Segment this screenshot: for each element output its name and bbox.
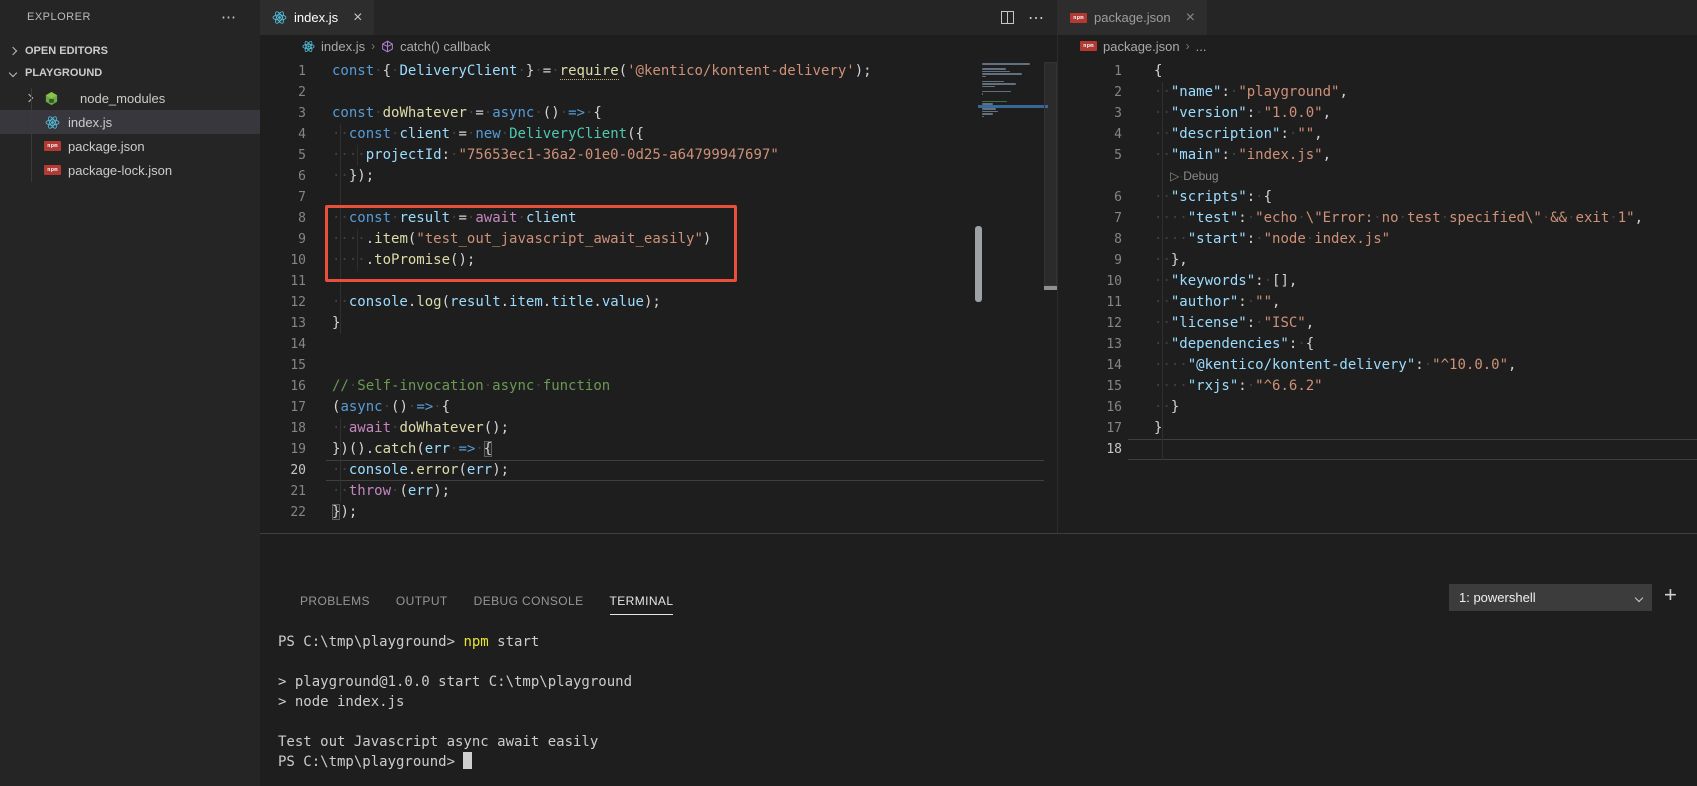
token: start: [489, 634, 540, 650]
token: PS C:\tmp\playground>: [278, 754, 463, 770]
token: PS C:\tmp\playground>: [278, 634, 463, 650]
code-line[interactable]: PS C:\tmp\playground>: [278, 752, 472, 772]
token: > node index.js: [278, 694, 404, 710]
code-line[interactable]: Test out Javascript async await easily: [278, 732, 598, 752]
code-line[interactable]: > playground@1.0.0 start C:\tmp\playgrou…: [278, 672, 632, 692]
terminal-output[interactable]: PS C:\tmp\playground> npm start > playgro…: [0, 0, 1697, 786]
terminal-cursor: [463, 752, 472, 769]
vscode-window: EXPLORER ⋯ OPEN EDITORS PLAYGROUND node_…: [0, 0, 1697, 786]
token: npm: [463, 634, 488, 650]
token: Test out Javascript async await easily: [278, 734, 598, 750]
annotation-red-box: [325, 205, 737, 282]
code-line[interactable]: > node index.js: [278, 692, 404, 712]
code-line[interactable]: PS C:\tmp\playground> npm start: [278, 632, 539, 652]
token: > playground@1.0.0 start C:\tmp\playgrou…: [278, 674, 632, 690]
